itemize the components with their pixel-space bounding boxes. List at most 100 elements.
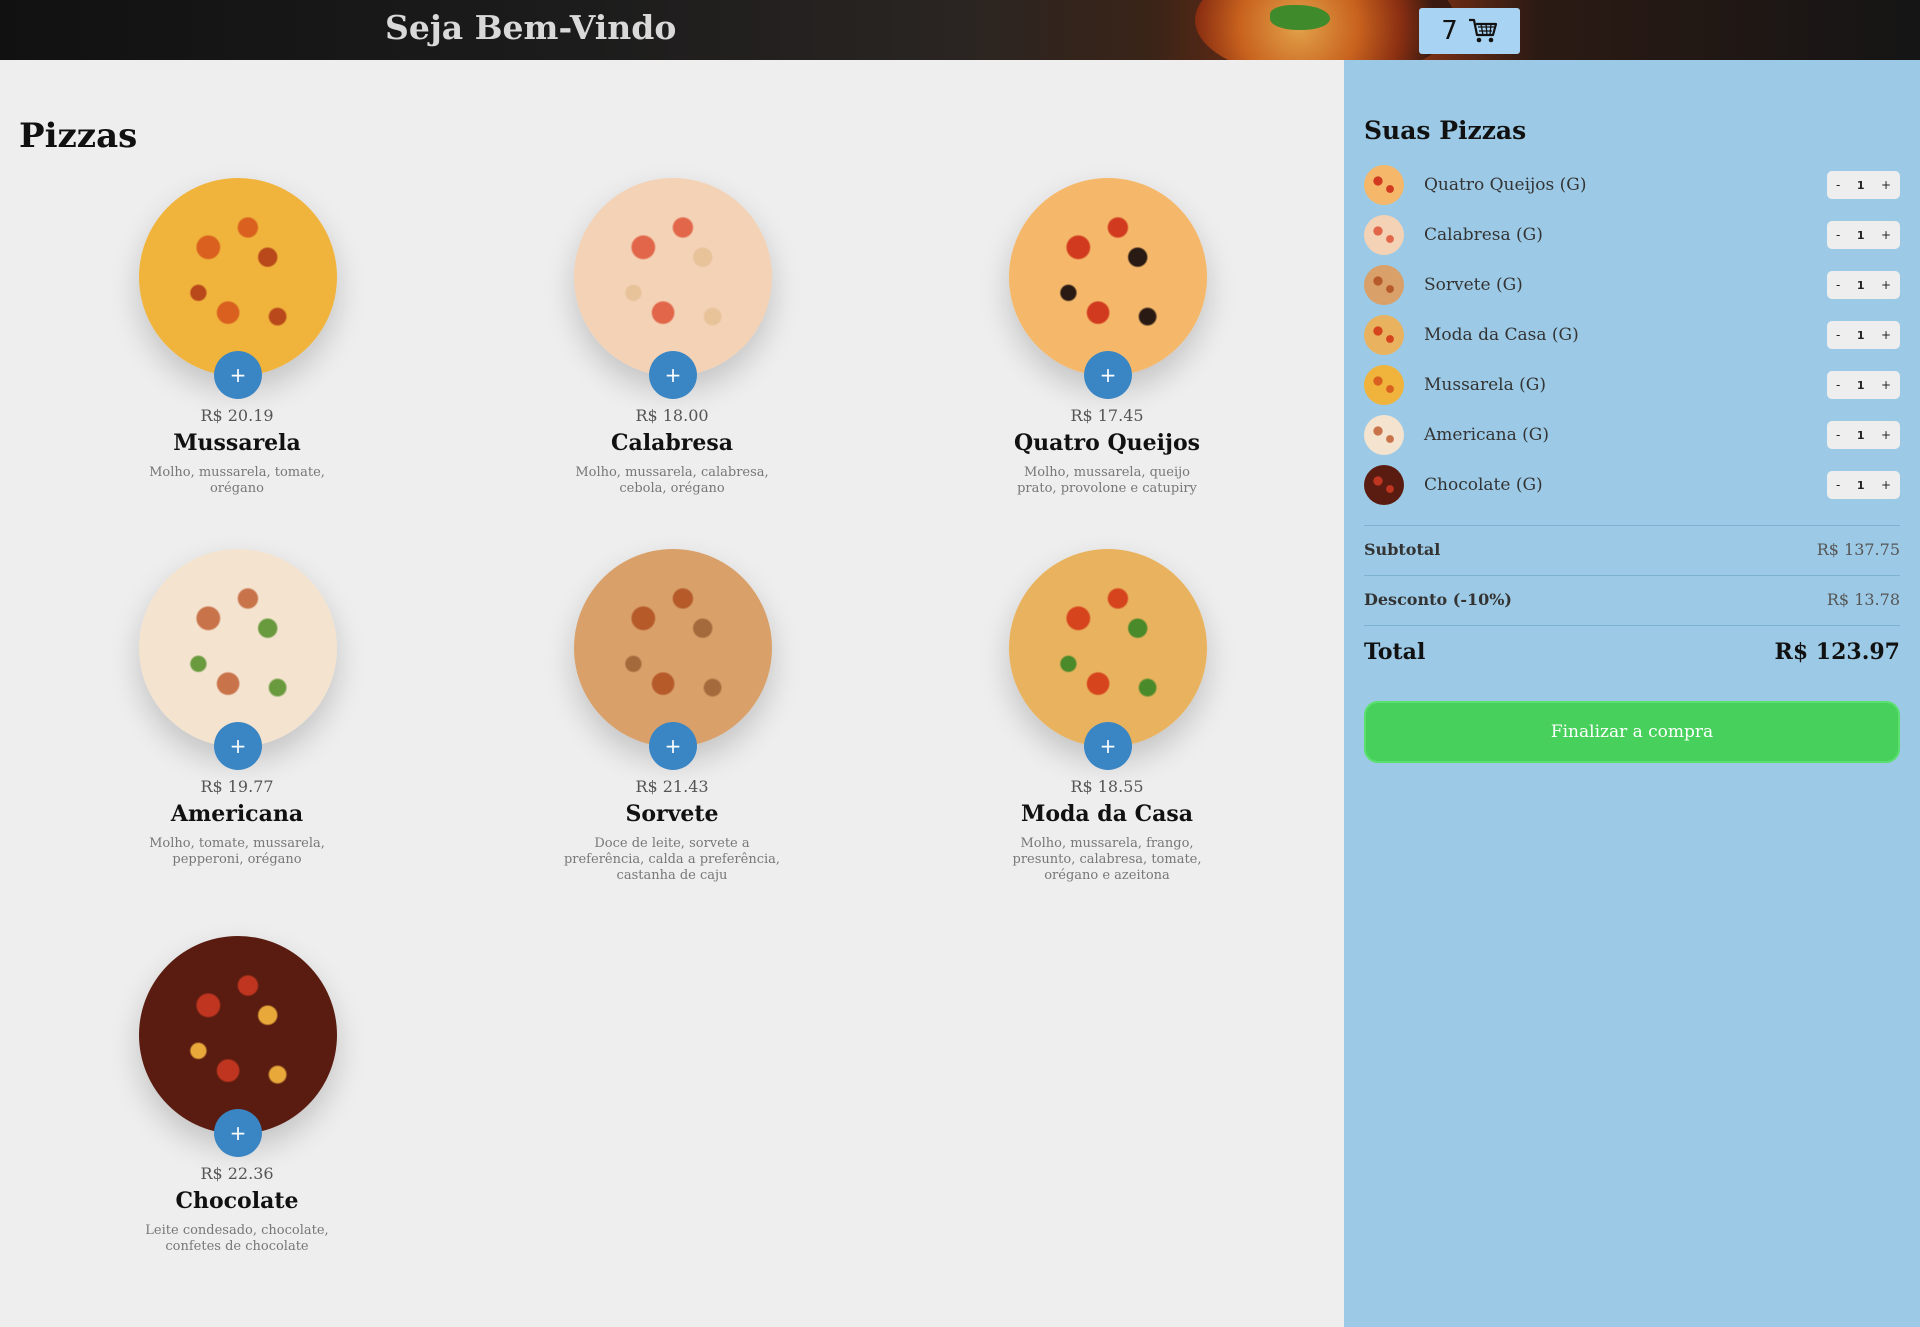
cart-sidebar: Suas Pizzas Quatro Queijos (G) - 1 + Cal… bbox=[1344, 60, 1920, 1327]
pizza-card-americana: + R$ 19.77 Americana Molho, tomate, muss… bbox=[57, 549, 417, 889]
pizza-name: Chocolate bbox=[175, 1188, 299, 1214]
quantity-value: 1 bbox=[1856, 428, 1865, 442]
pizza-name: Moda da Casa bbox=[1020, 801, 1194, 827]
quantity-stepper: - 1 + bbox=[1827, 421, 1900, 449]
pizza-image bbox=[574, 178, 772, 376]
pizza-price: R$ 22.36 bbox=[200, 1164, 274, 1183]
pizza-image bbox=[574, 549, 772, 747]
cart-item-thumbnail bbox=[1364, 465, 1404, 505]
cart-item-name: Quatro Queijos (G) bbox=[1424, 175, 1587, 195]
section-title: Pizzas bbox=[19, 116, 138, 156]
cart-count: 7 bbox=[1441, 16, 1458, 46]
pizza-price: R$ 17.45 bbox=[1070, 406, 1144, 425]
header-title: Seja Bem-Vindo bbox=[385, 8, 677, 47]
subtotal-value: R$ 137.75 bbox=[1816, 540, 1900, 559]
quantity-value: 1 bbox=[1856, 178, 1865, 192]
cart-item-name: Americana (G) bbox=[1424, 425, 1550, 445]
quantity-value: 1 bbox=[1856, 478, 1865, 492]
quantity-value: 1 bbox=[1856, 228, 1865, 242]
decrease-quantity-button[interactable]: - bbox=[1836, 428, 1840, 442]
pizza-card-sorvete: + R$ 21.43 Sorvete Doce de leite, sorvet… bbox=[492, 549, 852, 889]
cart-item: Americana (G) - 1 + bbox=[1364, 415, 1900, 455]
header-basil-decoration bbox=[1270, 5, 1330, 30]
quantity-stepper: - 1 + bbox=[1827, 321, 1900, 349]
quantity-stepper: - 1 + bbox=[1827, 271, 1900, 299]
pizza-description: Molho, mussarela, tomate, orégano bbox=[149, 465, 325, 496]
cart-item-name: Mussarela (G) bbox=[1424, 375, 1546, 395]
add-to-cart-button[interactable]: + bbox=[1084, 722, 1132, 770]
discount-row: Desconto (-10%) R$ 13.78 bbox=[1364, 575, 1900, 625]
pizza-image bbox=[1009, 178, 1207, 376]
increase-quantity-button[interactable]: + bbox=[1881, 378, 1891, 392]
cart-button[interactable]: 7 bbox=[1419, 8, 1520, 54]
quantity-stepper: - 1 + bbox=[1827, 371, 1900, 399]
quantity-stepper: - 1 + bbox=[1827, 471, 1900, 499]
add-to-cart-button[interactable]: + bbox=[214, 1109, 262, 1157]
quantity-stepper: - 1 + bbox=[1827, 221, 1900, 249]
header-pizza-image bbox=[1195, 0, 1455, 60]
pizza-card-calabresa: + R$ 18.00 Calabresa Molho, mussarela, c… bbox=[492, 178, 852, 518]
quantity-value: 1 bbox=[1856, 278, 1865, 292]
total-row: Total R$ 123.97 bbox=[1364, 625, 1900, 675]
cart-item: Mussarela (G) - 1 + bbox=[1364, 365, 1900, 405]
pizza-price: R$ 21.43 bbox=[635, 777, 709, 796]
cart-item-thumbnail bbox=[1364, 315, 1404, 355]
pizza-description: Doce de leite, sorvete a preferência, ca… bbox=[563, 836, 781, 883]
pizza-image bbox=[139, 936, 337, 1134]
increase-quantity-button[interactable]: + bbox=[1881, 328, 1891, 342]
increase-quantity-button[interactable]: + bbox=[1881, 228, 1891, 242]
subtotal-row: Subtotal R$ 137.75 bbox=[1364, 525, 1900, 575]
pizza-name: Calabresa bbox=[611, 430, 733, 456]
decrease-quantity-button[interactable]: - bbox=[1836, 178, 1840, 192]
cart-item-thumbnail bbox=[1364, 265, 1404, 305]
discount-value: R$ 13.78 bbox=[1826, 590, 1900, 609]
pizza-description: Molho, mussarela, frango, presunto, cala… bbox=[1012, 836, 1202, 883]
quantity-value: 1 bbox=[1856, 328, 1865, 342]
header: Seja Bem-Vindo 7 bbox=[0, 0, 1920, 60]
pizza-card-quatro-queijos: + R$ 17.45 Quatro Queijos Molho, mussare… bbox=[927, 178, 1287, 518]
cart-item: Chocolate (G) - 1 + bbox=[1364, 465, 1900, 505]
pizza-price: R$ 18.00 bbox=[635, 406, 709, 425]
add-to-cart-button[interactable]: + bbox=[214, 351, 262, 399]
menu-area: Pizzas + R$ 20.19 Mussarela Molho, mussa… bbox=[0, 60, 1344, 1327]
discount-label: Desconto (-10%) bbox=[1364, 590, 1512, 609]
pizza-image bbox=[139, 549, 337, 747]
pizza-name: Sorvete bbox=[625, 801, 719, 827]
cart-item-thumbnail bbox=[1364, 215, 1404, 255]
add-to-cart-button[interactable]: + bbox=[649, 351, 697, 399]
pizza-name: Quatro Queijos bbox=[1013, 430, 1201, 456]
pizza-description: Molho, tomate, mussarela, pepperoni, oré… bbox=[149, 836, 325, 867]
pizza-card-mussarela: + R$ 20.19 Mussarela Molho, mussarela, t… bbox=[57, 178, 417, 518]
cart-item: Calabresa (G) - 1 + bbox=[1364, 215, 1900, 255]
pizza-price: R$ 18.55 bbox=[1070, 777, 1144, 796]
cart-item-name: Chocolate (G) bbox=[1424, 475, 1543, 495]
cart-item: Sorvete (G) - 1 + bbox=[1364, 265, 1900, 305]
pizza-image bbox=[1009, 549, 1207, 747]
increase-quantity-button[interactable]: + bbox=[1881, 278, 1891, 292]
add-to-cart-button[interactable]: + bbox=[1084, 351, 1132, 399]
increase-quantity-button[interactable]: + bbox=[1881, 428, 1891, 442]
increase-quantity-button[interactable]: + bbox=[1881, 478, 1891, 492]
total-label: Total bbox=[1364, 639, 1426, 665]
cart-item-thumbnail bbox=[1364, 165, 1404, 205]
subtotal-label: Subtotal bbox=[1364, 540, 1441, 559]
shopping-cart-icon bbox=[1468, 17, 1498, 45]
decrease-quantity-button[interactable]: - bbox=[1836, 328, 1840, 342]
pizza-price: R$ 20.19 bbox=[200, 406, 274, 425]
checkout-button[interactable]: Finalizar a compra bbox=[1364, 701, 1900, 763]
add-to-cart-button[interactable]: + bbox=[214, 722, 262, 770]
decrease-quantity-button[interactable]: - bbox=[1836, 278, 1840, 292]
cart-title: Suas Pizzas bbox=[1364, 116, 1527, 145]
increase-quantity-button[interactable]: + bbox=[1881, 178, 1891, 192]
pizza-card-moda-da-casa: + R$ 18.55 Moda da Casa Molho, mussarela… bbox=[927, 549, 1287, 889]
cart-item-name: Sorvete (G) bbox=[1424, 275, 1523, 295]
pizza-card-chocolate: + R$ 22.36 Chocolate Leite condesado, ch… bbox=[57, 936, 417, 1276]
decrease-quantity-button[interactable]: - bbox=[1836, 478, 1840, 492]
decrease-quantity-button[interactable]: - bbox=[1836, 378, 1840, 392]
cart-item-thumbnail bbox=[1364, 365, 1404, 405]
add-to-cart-button[interactable]: + bbox=[649, 722, 697, 770]
pizza-description: Molho, mussarela, queijo prato, provolon… bbox=[1017, 465, 1197, 496]
decrease-quantity-button[interactable]: - bbox=[1836, 228, 1840, 242]
pizza-description: Molho, mussarela, calabresa, cebola, oré… bbox=[575, 465, 769, 496]
cart-item-name: Moda da Casa (G) bbox=[1424, 325, 1579, 345]
